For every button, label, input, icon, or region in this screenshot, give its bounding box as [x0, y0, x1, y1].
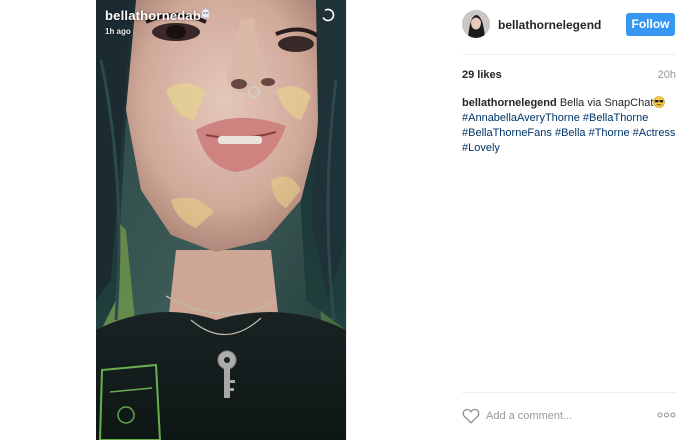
caption-text: Bella via SnapChat [559, 97, 654, 109]
post-time[interactable]: 20h [658, 69, 676, 81]
selfie-photo [96, 0, 346, 440]
panel-divider [346, 0, 347, 440]
follow-button[interactable]: Follow [626, 13, 675, 36]
header-divider [462, 54, 676, 55]
more-options-icon[interactable] [657, 412, 676, 418]
post-caption: bellathornelegend Bella via SnapChat #An… [462, 96, 676, 156]
sunglasses-face-icon [653, 96, 666, 108]
heart-outline-icon[interactable] [462, 408, 480, 424]
hashtag-link[interactable]: #Thorne [589, 127, 630, 139]
hashtag-link[interactable]: #Lovely [462, 142, 500, 154]
post-media[interactable]: bellathornedab 1h ago [96, 0, 346, 440]
comment-bar [462, 404, 676, 430]
profile-avatar[interactable] [462, 10, 490, 38]
caption-username[interactable]: bellathornelegend [462, 97, 557, 109]
likes-count[interactable]: 29 likes [462, 69, 502, 81]
post-header: bellathornelegend Follow [462, 10, 676, 42]
snap-timer-icon [321, 8, 335, 22]
snap-timestamp: 1h ago [105, 27, 131, 36]
post-page: bellathornedab 1h ago bellathornelegend … [0, 0, 688, 440]
ghost-emoji-icon [201, 8, 210, 19]
hashtag-link[interactable]: #Actress [633, 127, 676, 139]
comment-input[interactable] [486, 407, 646, 425]
hashtag-link[interactable]: #Bella [555, 127, 586, 139]
avatar-image [462, 10, 490, 38]
hashtag-link[interactable]: #BellaThorne [583, 112, 648, 124]
post-author-username[interactable]: bellathornelegend [498, 18, 601, 32]
snap-username: bellathornedab [105, 8, 201, 23]
hashtag-link[interactable]: #AnnabellaAveryThorne [462, 112, 580, 124]
hashtag-link[interactable]: #BellaThorneFans [462, 127, 552, 139]
comment-divider [462, 392, 676, 393]
